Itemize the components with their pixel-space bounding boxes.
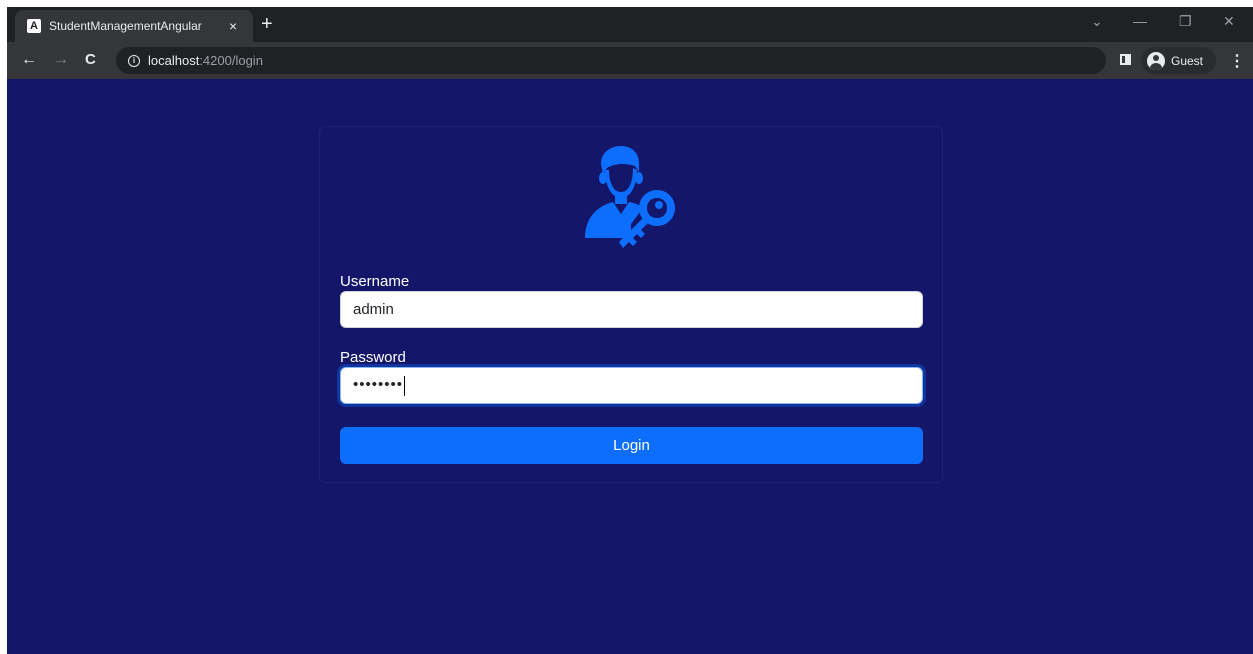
browser-toolbar: ← → C i localhost:4200/login Guest ⋮ bbox=[7, 42, 1253, 79]
reload-button[interactable]: C bbox=[85, 51, 96, 69]
password-value: •••••••• bbox=[353, 376, 404, 393]
forward-button[interactable]: → bbox=[53, 51, 69, 69]
back-button[interactable]: ← bbox=[21, 51, 37, 69]
new-tab-button[interactable]: + bbox=[261, 14, 273, 34]
tab-strip: A StudentManagementAngular × + ⌄ — ❐ ✕ bbox=[7, 7, 1253, 42]
login-page: Username Password •••••••• Login bbox=[7, 79, 1253, 654]
url-text: localhost:4200/login bbox=[148, 53, 263, 68]
address-bar[interactable]: i localhost:4200/login bbox=[116, 47, 1106, 74]
user-key-icon bbox=[585, 146, 675, 248]
password-input[interactable]: •••••••• bbox=[340, 367, 923, 404]
avatar-icon bbox=[1147, 51, 1165, 70]
username-input[interactable] bbox=[340, 291, 923, 328]
profile-button[interactable]: Guest bbox=[1141, 47, 1216, 74]
close-window-button[interactable]: ✕ bbox=[1223, 13, 1235, 30]
angular-favicon-icon: A bbox=[27, 19, 41, 33]
browser-menu-icon[interactable]: ⋮ bbox=[1229, 51, 1245, 71]
side-panel-icon[interactable] bbox=[1120, 54, 1131, 65]
tab-close-icon[interactable]: × bbox=[229, 18, 237, 34]
login-button[interactable]: Login bbox=[340, 427, 923, 464]
browser-window: A StudentManagementAngular × + ⌄ — ❐ ✕ ←… bbox=[7, 7, 1253, 654]
login-card: Username Password •••••••• Login bbox=[319, 126, 943, 483]
profile-name: Guest bbox=[1171, 53, 1204, 68]
url-host: localhost bbox=[148, 53, 200, 68]
text-caret bbox=[404, 376, 405, 396]
restore-button[interactable]: ❐ bbox=[1179, 13, 1192, 30]
password-label: Password bbox=[340, 349, 406, 366]
browser-tab[interactable]: A StudentManagementAngular × bbox=[15, 10, 253, 42]
site-info-icon[interactable]: i bbox=[128, 54, 140, 67]
tab-title: StudentManagementAngular bbox=[49, 19, 202, 33]
url-path: :4200/login bbox=[199, 53, 263, 68]
username-label: Username bbox=[340, 273, 410, 290]
minimize-button[interactable]: — bbox=[1133, 13, 1147, 29]
tab-search-icon[interactable]: ⌄ bbox=[1091, 13, 1103, 30]
